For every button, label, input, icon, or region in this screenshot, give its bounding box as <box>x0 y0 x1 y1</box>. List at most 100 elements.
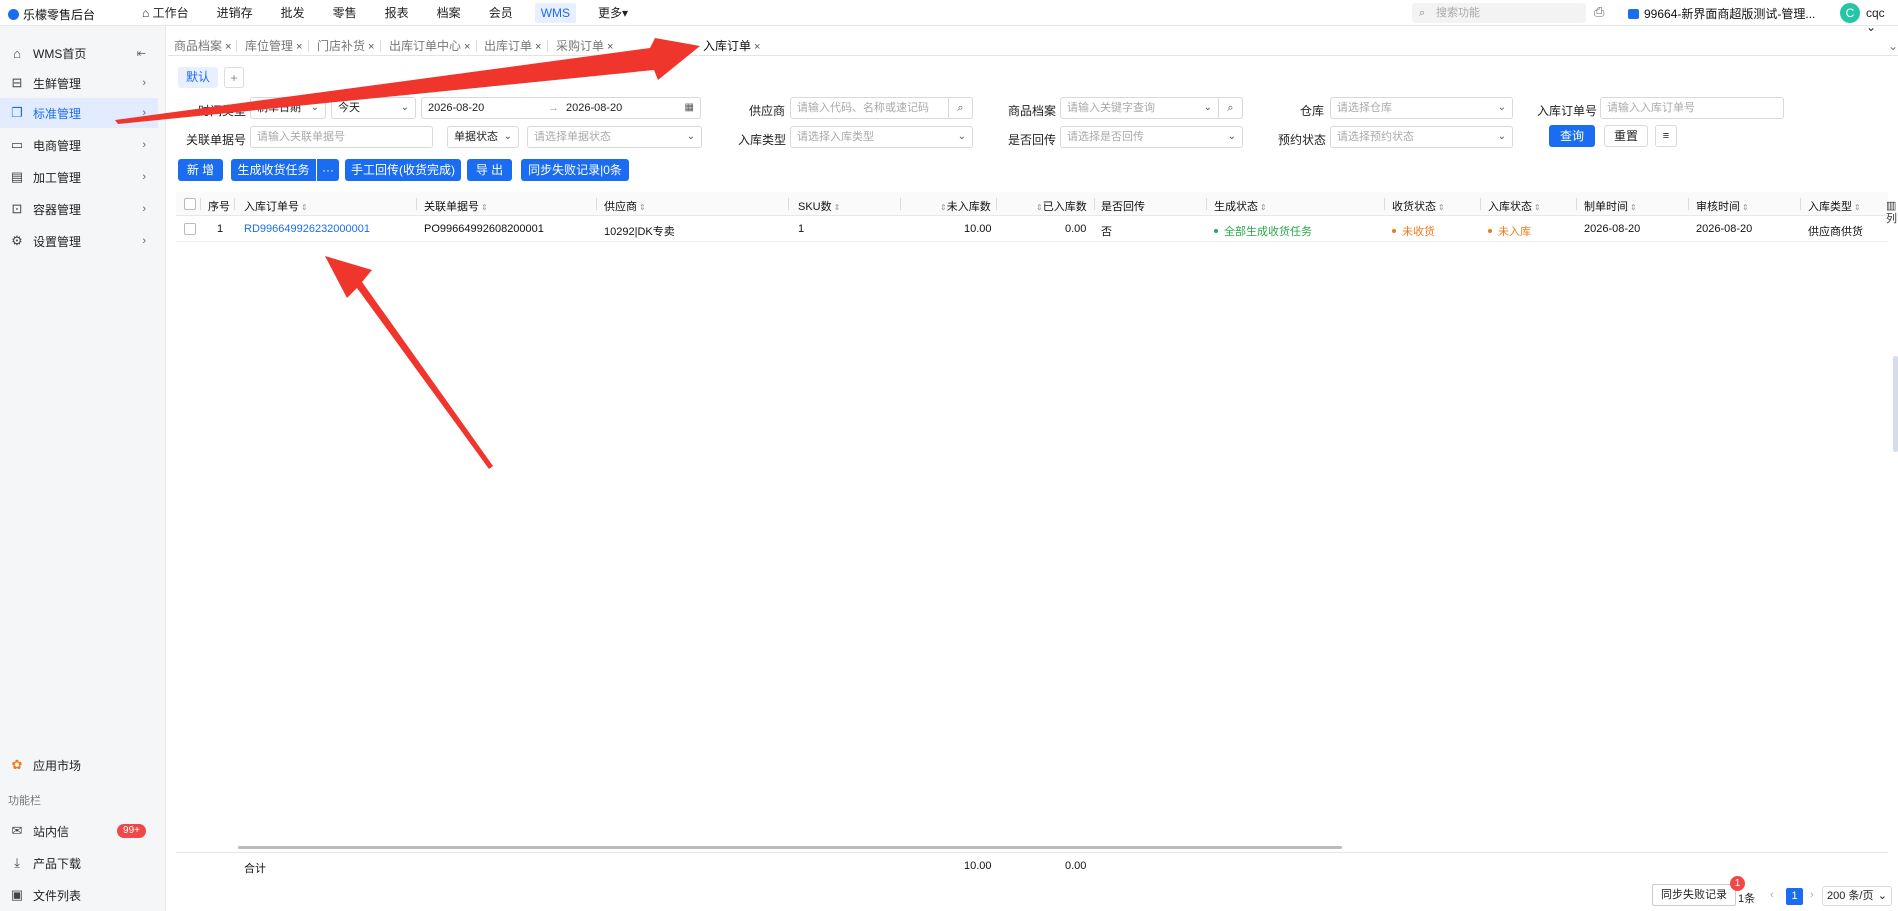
sidebar-item-wms-home[interactable]: ⌂ WMS首页 ⇤ <box>0 38 158 68</box>
query-button[interactable]: 查询 <box>1549 125 1595 147</box>
user-menu[interactable]: cqc ⌄ <box>1866 6 1898 34</box>
row-checkbox[interactable] <box>184 223 196 235</box>
manual-writeback-button[interactable]: 手工回传(收货完成) <box>345 159 461 181</box>
add-button[interactable]: 新 增 <box>178 159 223 181</box>
close-icon[interactable]: × <box>296 41 302 53</box>
page-size-select[interactable]: 200 条/页 ⌄ <box>1822 886 1892 906</box>
sort-icon[interactable]: ⇕ <box>940 203 947 212</box>
sidebar-item-settings[interactable]: ⚙ 设置管理 › <box>0 226 158 256</box>
sync-fail-records-footer-button[interactable]: 同步失败记录 <box>1652 884 1736 906</box>
collapse-sidebar-icon[interactable]: ⇤ <box>137 47 146 60</box>
order-no-input[interactable]: 请输入入库订单号 <box>1600 97 1784 119</box>
sync-fail-records-button[interactable]: 同步失败记录|0条 <box>521 159 629 181</box>
sidebar-app-market[interactable]: ✿ 应用市场 <box>0 750 158 780</box>
topnav-more[interactable]: 更多▾ <box>584 0 642 26</box>
col-not-in[interactable]: ⇕未入库数 <box>938 198 991 214</box>
related-no-input[interactable]: 请输入关联单据号 <box>250 126 433 148</box>
search-icon[interactable]: ⌕ <box>948 98 972 118</box>
app-logo[interactable]: 乐檬零售后台 <box>8 6 95 23</box>
topnav-wms[interactable]: WMS <box>534 3 577 23</box>
filter-settings-icon[interactable]: ≡ <box>1655 125 1677 147</box>
close-icon[interactable]: × <box>607 41 613 53</box>
sort-icon[interactable]: ⇕ <box>639 203 646 212</box>
select-all-checkbox[interactable] <box>184 198 196 210</box>
view-tab-default[interactable]: 默认 <box>178 67 219 88</box>
writeback-select[interactable]: 请选择是否回传 ⌄ <box>1060 126 1243 148</box>
close-icon[interactable]: × <box>225 41 231 53</box>
topnav-retail[interactable]: 零售 <box>319 0 371 26</box>
topnav-wholesale[interactable]: 批发 <box>267 0 319 26</box>
sort-icon[interactable]: ⇕ <box>834 203 841 212</box>
more-actions-button[interactable]: ··· <box>317 159 339 181</box>
table-row[interactable]: 1 RD996649926232000001 PO996649926082000… <box>176 216 1888 242</box>
warehouse-select[interactable]: 请选择仓库 ⌄ <box>1330 97 1513 119</box>
export-button[interactable]: 导 出 <box>467 159 512 181</box>
tab-location[interactable]: 库位管理 × <box>245 37 302 56</box>
sidebar-messages[interactable]: ✉ 站内信 99+ <box>0 816 158 846</box>
tab-replenish[interactable]: 门店补货 × <box>317 37 374 56</box>
tab-outbound-order[interactable]: 出库订单 × <box>484 37 541 56</box>
store-selector[interactable]: 99664-新界面商超版测试-管理... <box>1628 5 1815 22</box>
column-settings-button[interactable]: ▥ 列 <box>1886 200 1898 226</box>
close-icon[interactable]: × <box>535 41 541 53</box>
doc-status-type-select[interactable]: 单据状态 ⌄ <box>447 126 519 148</box>
goods-input[interactable]: 请输入关键字查询 ⌄ ⌕ <box>1060 97 1243 119</box>
sidebar-item-processing[interactable]: ▤ 加工管理 › <box>0 162 158 192</box>
sort-icon[interactable]: ⇕ <box>1854 203 1861 212</box>
vertical-scrollbar[interactable] <box>1893 356 1898 452</box>
close-icon[interactable]: × <box>464 41 470 53</box>
printer-icon[interactable]: ⎙ <box>1594 4 1610 20</box>
in-type-select[interactable]: 请选择入库类型 ⌄ <box>790 126 973 148</box>
sort-icon[interactable]: ⇕ <box>481 203 488 212</box>
prev-page-icon[interactable]: ‹ <box>1770 889 1774 901</box>
col-in-qty[interactable]: ⇕已入库数 <box>1034 198 1087 214</box>
sort-icon[interactable]: ⇕ <box>1742 203 1749 212</box>
sidebar-item-ecommerce[interactable]: ▭ 电商管理 › <box>0 130 158 160</box>
time-type-select[interactable]: 制单日期 ⌄ <box>250 97 326 119</box>
sidebar-product-download[interactable]: ⤓ 产品下载 <box>0 848 158 878</box>
col-in-status[interactable]: 入库状态 ⇕ <box>1488 198 1541 214</box>
cell-order-no-link[interactable]: RD996649926232000001 <box>244 223 370 235</box>
sidebar-item-container[interactable]: ⊡ 容器管理 › <box>0 194 158 224</box>
avatar[interactable]: C <box>1840 3 1860 23</box>
sort-icon[interactable]: ⇕ <box>1036 203 1043 212</box>
tab-outbound-center[interactable]: 出库订单中心 × <box>389 37 470 56</box>
sort-icon[interactable]: ⇕ <box>1534 203 1541 212</box>
period-select[interactable]: 今天 ⌄ <box>331 97 416 119</box>
col-order-no[interactable]: 入库订单号 ⇕ <box>244 198 308 214</box>
col-audit-time[interactable]: 审核时间 ⇕ <box>1696 198 1749 214</box>
topnav-archive[interactable]: 档案 <box>423 0 475 26</box>
generate-task-button[interactable]: 生成收货任务 <box>231 159 316 181</box>
col-in-type[interactable]: 入库类型 ⇕ <box>1808 198 1861 214</box>
col-supplier[interactable]: 供应商 ⇕ <box>604 198 646 214</box>
tab-scroll-down-icon[interactable]: ⌄ <box>1888 37 1898 56</box>
sort-icon[interactable]: ⇕ <box>301 203 308 212</box>
sort-icon[interactable]: ⇕ <box>1630 203 1637 212</box>
next-page-icon[interactable]: › <box>1810 889 1814 901</box>
sort-icon[interactable]: ⇕ <box>1438 203 1445 212</box>
sidebar-file-list[interactable]: ▣ 文件列表 <box>0 880 158 910</box>
col-create-time[interactable]: 制单时间 ⇕ <box>1584 198 1637 214</box>
sidebar-item-fresh[interactable]: ⊟ 生鲜管理 › <box>0 68 158 98</box>
close-icon[interactable]: × <box>754 41 760 53</box>
sort-icon[interactable]: ⇕ <box>1260 203 1267 212</box>
col-gen-status[interactable]: 生成状态 ⇕ <box>1214 198 1267 214</box>
topnav-workbench[interactable]: ⌂ 工作台 <box>128 0 203 26</box>
tab-goods-archive[interactable]: 商品档案 × <box>174 37 231 56</box>
doc-status-select[interactable]: 请选择单据状态 ⌄ <box>527 126 702 148</box>
reset-button[interactable]: 重置 <box>1604 125 1648 147</box>
horizontal-scrollbar[interactable] <box>238 846 1342 849</box>
tab-inbound-order[interactable]: 入库订单 × <box>703 37 760 56</box>
topnav-inventory[interactable]: 进销存 <box>203 0 267 26</box>
supplier-input[interactable]: 请输入代码、名称或速记码 ⌕ <box>790 97 973 119</box>
date-end[interactable]: 2026-08-20 <box>566 98 622 118</box>
close-icon[interactable]: × <box>368 41 374 53</box>
col-sku[interactable]: SKU数 ⇕ <box>798 198 840 214</box>
page-current[interactable]: 1 <box>1786 888 1803 905</box>
topnav-member[interactable]: 会员 <box>475 0 527 26</box>
topnav-report[interactable]: 报表 <box>371 0 423 26</box>
search-input[interactable]: ⌕ 搜索功能 <box>1412 3 1586 23</box>
tab-purchase-order[interactable]: 采购订单 × <box>556 37 613 56</box>
add-view-button[interactable]: + <box>224 67 244 88</box>
col-related-no[interactable]: 关联单据号 ⇕ <box>424 198 488 214</box>
